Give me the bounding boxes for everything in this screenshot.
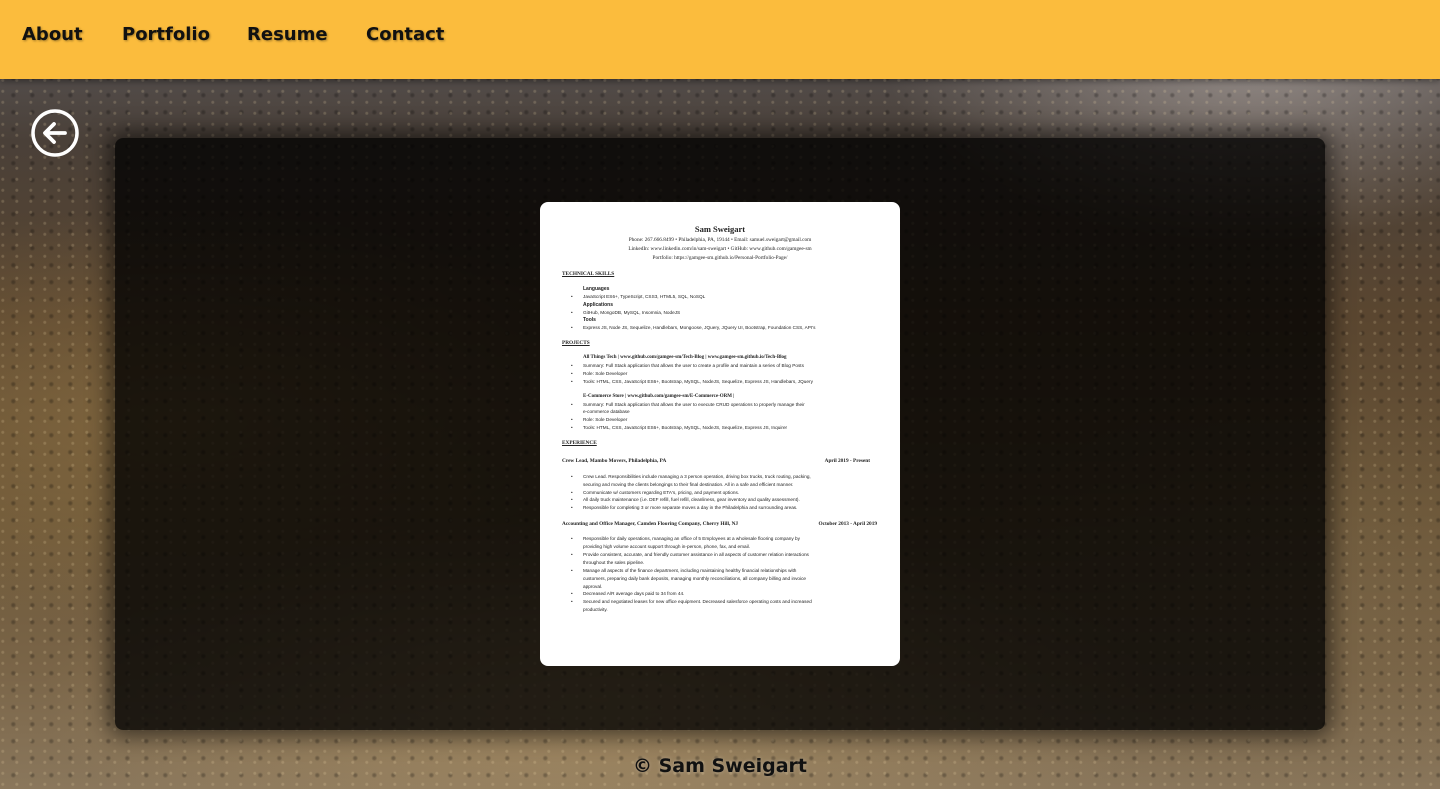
resume-job-title: Crew Lead, Mambo Movers, Philadelphia, P… — [562, 458, 667, 464]
resume-section-heading: PROJECTS — [562, 340, 590, 346]
resume-name: Sam Sweigart — [694, 224, 746, 234]
resume-contact-line: Phone: 267.666.8499 • Philadelphia, PA, … — [628, 237, 812, 243]
resume-subheading: Tools — [583, 317, 596, 323]
footer-copyright: © Sam Sweigart — [632, 755, 808, 777]
top-navbar: About Portfolio Resume Contact — [0, 0, 1440, 79]
nav-about-link[interactable]: About — [22, 24, 83, 45]
nav-portfolio-link[interactable]: Portfolio — [122, 24, 210, 45]
nav-resume-link[interactable]: Resume — [247, 24, 328, 45]
resume-project-title: All Things Tech | www.github.com/gamgee-… — [583, 355, 787, 360]
resume-subheading: Applications — [583, 302, 614, 308]
resume-subheading: Languages — [583, 286, 610, 292]
back-button[interactable] — [31, 109, 79, 157]
resume-job-title: Accounting and Office Manager, Camden Fl… — [562, 521, 739, 527]
resume-section-heading: EXPERIENCE — [562, 440, 597, 446]
arrow-left-circle-icon — [31, 109, 79, 157]
nav-contact-link[interactable]: Contact — [366, 24, 444, 45]
resume-links-line: LinkedIn: www.linkedin.com/in/sam-sweiga… — [628, 246, 812, 252]
resume-section-heading: TECHNICAL SKILLS — [562, 271, 615, 277]
resume-image[interactable]: Sam Sweigart Phone: 267.666.8499 • Phila… — [540, 202, 900, 666]
resume-job-dates: April 2019 - Present — [824, 458, 870, 464]
resume-job-dates: October 2013 - April 2019 — [818, 521, 877, 527]
resume-portfolio-line: Portfolio: https://gamgee-sm.github.io/P… — [652, 255, 788, 261]
resume-project-title: E-Commerce Store | www.github.com/gamgee… — [583, 394, 735, 399]
